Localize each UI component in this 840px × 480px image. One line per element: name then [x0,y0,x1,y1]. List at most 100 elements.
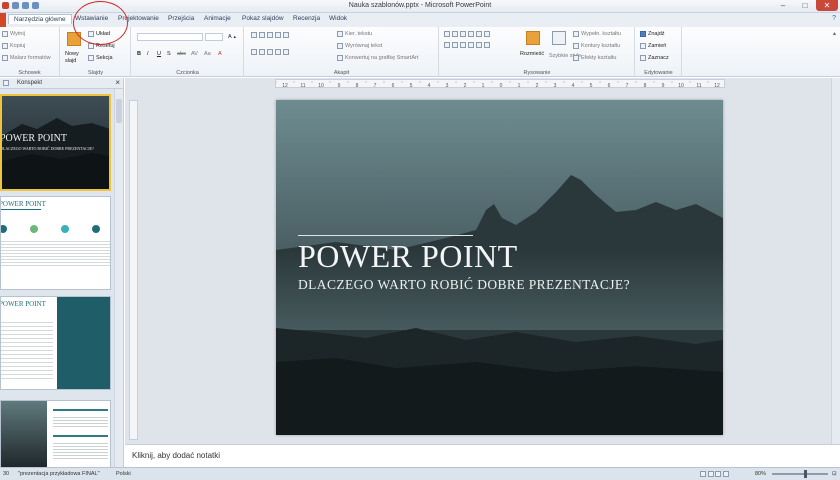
slide-thumbnail-3[interactable]: POWER POINT [0,296,111,390]
slides-group-label: Slajdy [88,70,103,76]
arrange-button[interactable]: Rozmieść [520,51,544,57]
align-left-icon [251,49,257,55]
new-slide-button-line2[interactable]: slajd [65,58,76,64]
shape-fill-button[interactable]: Wypełn. kształtu [573,31,621,37]
copy-button[interactable]: Kopiuj [2,43,25,49]
bullets-button[interactable] [251,32,289,38]
align-right-icon [267,49,273,55]
shape-heart-icon [468,42,474,48]
shape-brace-icon [452,42,458,48]
shadow-button[interactable]: S [167,51,171,57]
maximize-button[interactable]: □ [794,0,816,11]
slides-tab-icon[interactable] [3,80,9,86]
ruler-tick-label: 9 [662,83,665,89]
notes-pane[interactable]: Kliknij, aby dodać notatki [125,444,840,467]
ruler-tick-label: 8 [356,83,359,89]
ribbon-collapse-icon[interactable]: ▴ [833,30,836,37]
ruler-tick-label: 4 [428,83,431,89]
theme-name: "prezentacja przykładowa FINAL" [18,471,100,477]
tab-animations[interactable]: Animacje [204,15,231,22]
help-icon[interactable]: ? [832,15,836,22]
shapes-gallery-row2[interactable] [444,42,490,48]
fill-icon [573,31,579,37]
outline-tab[interactable]: Konspekt [17,80,42,86]
file-tab[interactable] [0,13,6,27]
slide-counter: 30 [3,471,10,477]
normal-view-icon[interactable] [700,471,706,477]
current-slide[interactable]: POWER POINT DLACZEGO WARTO ROBIĆ DOBRE P… [276,100,723,435]
slideshow-view-icon[interactable] [722,471,729,477]
zoom-slider-knob[interactable] [804,470,807,478]
font-name-combo[interactable] [137,33,203,41]
ruler-tick-label: 12 [282,83,288,89]
tab-home[interactable]: Narzędzia główne [8,14,72,24]
fit-slide-icon[interactable]: ⊡ [832,471,837,477]
bold-button[interactable]: B [137,51,141,57]
ruler-tick-label: 7 [374,83,377,89]
format-painter-button[interactable]: Malarz formatów [2,55,51,61]
italic-button[interactable]: I [147,51,149,57]
replace-button[interactable]: Zamień [640,43,666,49]
slide-title[interactable]: POWER POINT [298,238,518,275]
copy-icon [2,43,8,49]
tab-transitions[interactable]: Przejścia [168,15,194,22]
line-spacing-icon [283,32,289,38]
panel-tabs: Konspekt × [0,78,123,89]
convert-smartart-button[interactable]: Konwertuj na grafikę SmartArt [337,55,418,61]
replace-icon [640,43,646,49]
binoculars-icon [640,31,646,37]
view-buttons[interactable] [700,471,729,479]
shape-effects-button[interactable]: Efekty kształtu [573,55,616,61]
shape-triangle-icon [476,31,482,37]
zoom-level[interactable]: 80% [755,471,766,477]
thumb4-photo [1,401,47,467]
paragraph-group: Kier. tekstu Wyrównaj tekst Konwertuj na… [245,27,439,77]
font-size-combo[interactable] [205,33,223,41]
spacing-button[interactable]: AV [191,51,198,57]
change-case-button[interactable]: Aa [204,51,211,57]
shapes-gallery[interactable] [444,31,490,37]
zoom-slider[interactable] [772,470,828,478]
tab-review[interactable]: Recenzja [293,15,320,22]
cut-button[interactable]: Wytnij [2,31,25,37]
select-button[interactable]: Zaznacz [640,55,669,61]
minimize-button[interactable]: – [772,0,794,11]
close-button[interactable]: ✕ [816,0,838,11]
section-button[interactable]: Sekcja [88,55,113,61]
reading-view-icon[interactable] [715,471,722,477]
panel-scrollbar[interactable] [114,89,123,467]
effects-icon [573,55,579,61]
find-button[interactable]: Znajdź [640,31,665,37]
align-text-button[interactable]: Wyrównaj tekst [337,43,382,49]
ruler-tick-label: 6 [608,83,611,89]
close-panel-icon[interactable]: × [115,78,120,87]
arrange-icon[interactable] [526,31,540,45]
slide-thumbnail-1[interactable]: POWER POINT DLACZEGO WARTO ROBIĆ DOBRE P… [0,94,111,191]
strikethrough-button[interactable]: abc [177,51,186,57]
window-controls: – □ ✕ [772,0,838,11]
title-rule [298,235,473,236]
text-direction-button[interactable]: Kier. tekstu [337,31,372,37]
quick-styles-icon[interactable] [552,31,566,45]
slide-thumbnail-2[interactable]: POWER POINT [0,196,111,290]
canvas-scrollbar[interactable] [831,78,840,444]
slide-subtitle[interactable]: DLACZEGO WARTO ROBIĆ DOBRE PREZENTACJE? [298,277,630,293]
language-indicator[interactable]: Polski [116,471,131,477]
window-title: Nauka szablonów.pptx - Microsoft PowerPo… [348,2,492,9]
sorter-view-icon[interactable] [707,471,714,477]
notes-placeholder[interactable]: Kliknij, aby dodać notatki [132,451,220,460]
font-color-button[interactable]: A [218,51,222,57]
new-slide-button[interactable]: Nowy [65,51,79,57]
tab-view[interactable]: Widok [329,15,347,22]
align-buttons[interactable] [251,49,289,55]
shape-outline-button[interactable]: Kontury kształtu [573,43,620,49]
clipboard-group-label: Schowek [18,70,41,76]
brush-icon [2,55,8,61]
grow-font-button[interactable]: A ▴ [228,34,236,40]
tab-slideshow[interactable]: Pokaz slajdów [242,15,284,22]
outline-icon [573,43,579,49]
thumb2-circle-icon [92,225,100,233]
panel-scroll-thumb[interactable] [116,99,122,123]
slide-thumbnail-4[interactable] [0,400,111,467]
underline-button[interactable]: U [157,51,161,57]
